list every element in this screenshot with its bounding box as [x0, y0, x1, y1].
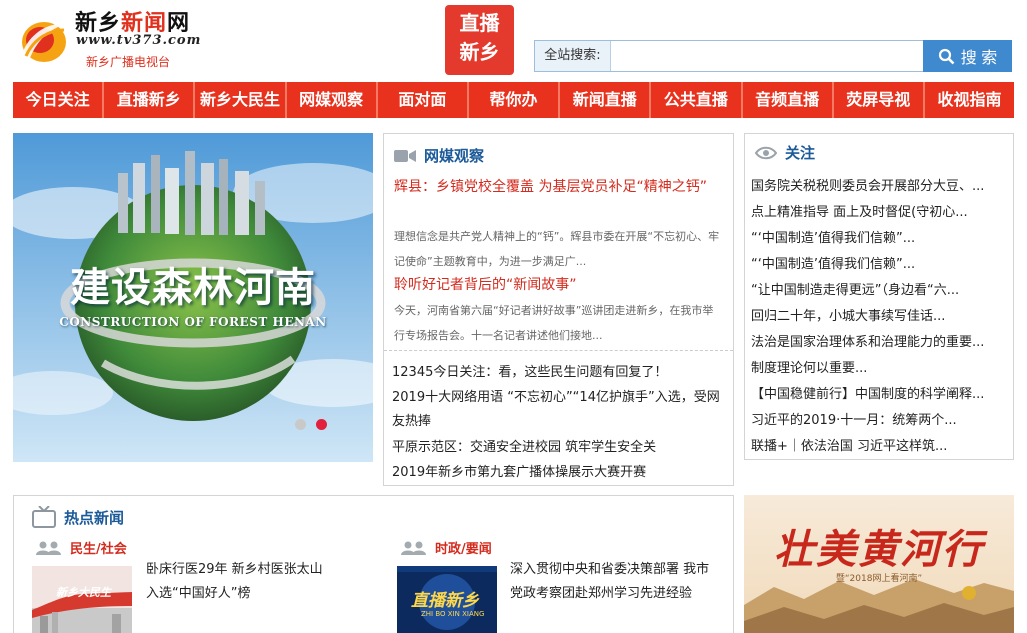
- list-item[interactable]: 【中国稳健前行】中国制度的科学阐释...: [751, 382, 1009, 408]
- site-url: www.tv373.com: [76, 33, 202, 48]
- list-item[interactable]: 回归二十年，小城大事续写佳话...: [751, 304, 1009, 330]
- divider: [384, 350, 733, 351]
- search-label: 全站搜索:: [535, 41, 611, 71]
- people-icon: [401, 541, 426, 555]
- yellow-river-banner[interactable]: 壮美黄河行 暨“2018网上看河南”: [744, 495, 1014, 633]
- news-link[interactable]: 12345今日关注：看，这些民生问题有回复了！: [392, 361, 722, 385]
- hot-news-panel: 热点新闻 民生/社会 新乡大民生 卧床行医29年 新乡村医张太山入选“中国好人”…: [13, 495, 734, 633]
- news-link[interactable]: 平原示范区：交通安全进校园 筑牢学生安全关: [392, 436, 722, 460]
- slider-dot[interactable]: [295, 419, 306, 430]
- focus-list: 国务院关税税则委员会开展部分大豆、... 点上精准指导 面上及时督促(守初心..…: [751, 174, 1009, 460]
- nav-item-viewing-guide[interactable]: 收视指南: [925, 82, 1014, 118]
- news-link[interactable]: 深入贯彻中央和省委决策部署 我市党政考察团赴郑州学习先进经验: [510, 558, 710, 606]
- headline-link[interactable]: 辉县：乡镇党校全覆盖 为基层党员补足“精神之钙”: [394, 174, 719, 200]
- nav-item-live-xinxiang[interactable]: 直播新乡: [104, 82, 196, 118]
- nav-item-news-live[interactable]: 新闻直播: [560, 82, 652, 118]
- nav-item-tv-guide[interactable]: 荧屏导视: [834, 82, 925, 118]
- category-politics[interactable]: 时政/要闻: [399, 538, 492, 557]
- news-link[interactable]: 2019十大网络用语 “不忘初心”“14亿护旗手”入选，受网友热捧: [392, 386, 722, 434]
- slide-subtitle: CONSTRUCTION OF FOREST HENAN: [59, 315, 327, 329]
- news-link[interactable]: 2019年新乡市第九套广播体操展示大赛开赛: [392, 461, 722, 485]
- list-item[interactable]: 国务院关税税则委员会开展部分大豆、...: [751, 174, 1009, 200]
- banner-title: 壮美黄河行: [774, 526, 984, 573]
- news-link[interactable]: 卧床行医29年 新乡村医张太山入选“中国好人”榜: [146, 558, 331, 606]
- site-search: 全站搜索: 搜 索: [534, 40, 1012, 72]
- search-input[interactable]: [612, 43, 922, 69]
- thumbnail-caption: 直播新乡: [411, 591, 479, 611]
- list-item[interactable]: 联播+｜依法治国 习近平这样筑...: [751, 434, 1009, 460]
- nav-item-audio-live[interactable]: 音频直播: [743, 82, 834, 118]
- search-button[interactable]: 搜 索: [923, 40, 1012, 72]
- site-header: 新乡新闻网 www.tv373.com 新乡广播电视台 直播 新乡 全站搜索: …: [0, 0, 1027, 82]
- thumbnail-caption: 新乡大民生: [56, 586, 111, 599]
- category-livelihood[interactable]: 民生/社会: [34, 538, 127, 557]
- news-thumbnail[interactable]: 直播新乡 ZHI BO XIN XIANG: [397, 566, 497, 633]
- tv-icon: [32, 506, 56, 528]
- nav-item-today-focus[interactable]: 今日关注: [13, 82, 105, 118]
- list-item[interactable]: “‘中国制造’值得我们信赖”...: [751, 226, 1009, 252]
- panel-title[interactable]: 关注: [785, 142, 815, 163]
- headline-summary: 理想信念是共产党人精神上的“钙”。辉县市委在开展“不忘初心、牢记使命”主题教育中…: [394, 230, 720, 268]
- media-watch-panel: 网媒观察 辉县：乡镇党校全覆盖 为基层党员补足“精神之钙” 理想信念是共产党人精…: [383, 133, 734, 486]
- slide-title: 建设森林河南: [70, 264, 316, 311]
- list-item[interactable]: “让中国制造走得更远”（身边看“六...: [751, 278, 1009, 304]
- news-thumbnail[interactable]: 新乡大民生: [32, 566, 132, 633]
- panel-title[interactable]: 热点新闻: [64, 507, 124, 528]
- category-label: 民生/社会: [70, 542, 127, 557]
- panel-header: 热点新闻: [32, 506, 124, 528]
- thumbnail-subcaption: ZHI BO XIN XIANG: [421, 610, 485, 618]
- list-item[interactable]: 习近平的2019·十一月：统筹两个...: [751, 408, 1009, 434]
- feature-slider[interactable]: 建设森林河南 CONSTRUCTION OF FOREST HENAN: [13, 133, 373, 462]
- nav-item-xinxiang-livelihood[interactable]: 新乡大民生: [195, 82, 287, 118]
- focus-panel: 关注 国务院关税税则委员会开展部分大豆、... 点上精准指导 面上及时督促(守初…: [744, 133, 1014, 460]
- station-logo-icon[interactable]: [16, 14, 68, 66]
- list-item[interactable]: 法治是国家治理体系和治理能力的重要...: [751, 330, 1009, 356]
- list-item[interactable]: “‘中国制造’值得我们信赖”...: [751, 252, 1009, 278]
- list-item[interactable]: 点上精准指导 面上及时督促(守初心...: [751, 200, 1009, 226]
- slider-dot-active[interactable]: [316, 419, 327, 430]
- main-nav: 今日关注 直播新乡 新乡大民生 网媒观察 面对面 帮你办 新闻直播 公共直播 音…: [13, 82, 1014, 118]
- category-label: 时政/要闻: [435, 542, 492, 557]
- headline-summary: 今天，河南省第六届“好记者讲好故事”巡讲团走进新乡，在我市举行专场报告会。十一名…: [394, 304, 714, 342]
- panel-header: 关注: [755, 142, 815, 163]
- banner-subtitle: 暨“2018网上看河南”: [835, 574, 923, 584]
- search-button-label: 搜 索: [960, 50, 998, 67]
- live-xinxiang-badge[interactable]: 直播 新乡: [445, 5, 514, 75]
- eye-icon: [755, 146, 777, 159]
- nav-item-media-watch[interactable]: 网媒观察: [287, 82, 378, 118]
- panel-header: 网媒观察: [394, 145, 484, 166]
- video-camera-icon: [394, 149, 416, 162]
- headline-link[interactable]: 聆听好记者背后的“新闻故事”: [394, 272, 719, 298]
- people-icon: [36, 541, 61, 555]
- site-subtitle: 新乡广播电视台: [86, 55, 171, 69]
- panel-title[interactable]: 网媒观察: [424, 145, 484, 166]
- nav-item-help-you[interactable]: 帮你办: [469, 82, 561, 118]
- nav-item-public-live[interactable]: 公共直播: [651, 82, 743, 118]
- live-badge-line: 直播: [459, 11, 500, 35]
- live-badge-line: 新乡: [459, 40, 500, 64]
- list-item[interactable]: 制度理论何以重要...: [751, 356, 1009, 382]
- search-icon: [938, 48, 955, 64]
- nav-item-face-to-face[interactable]: 面对面: [378, 82, 469, 118]
